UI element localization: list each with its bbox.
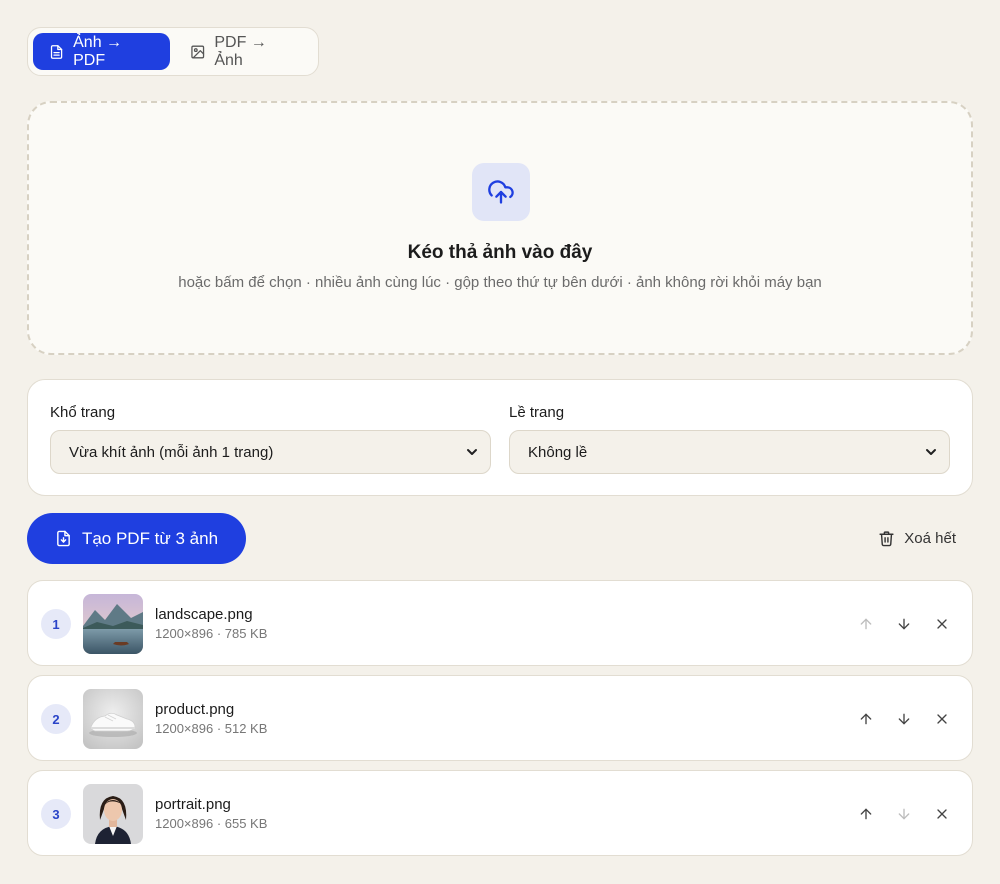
cloud-upload-icon: [488, 180, 514, 204]
margin-label: Lề trang: [509, 404, 565, 421]
move-down-button[interactable]: [891, 801, 917, 827]
move-up-button[interactable]: [853, 611, 879, 637]
arrow-up-icon: [860, 808, 872, 820]
create-pdf-button[interactable]: Tạo PDF từ 3 ảnh: [27, 513, 246, 564]
image-icon: [191, 45, 205, 58]
dropzone-subtitle: hoặc bấm để chọn · nhiều ảnh cùng lúc · …: [178, 274, 822, 291]
margin-select[interactable]: Không lề: [509, 430, 950, 474]
tab-image-to-pdf[interactable]: Ảnh → PDF: [33, 33, 170, 70]
page-size-label: Khổ trang: [50, 404, 116, 421]
thumbnail-product: [83, 689, 143, 749]
thumbnail-portrait: [83, 784, 143, 844]
close-icon: [937, 809, 947, 819]
arrow-up-icon: [860, 618, 872, 630]
margin-value: Không lề: [528, 443, 588, 461]
file-meta: 1200×896 · 655 KB: [155, 816, 268, 831]
create-pdf-label: Tạo PDF từ 3 ảnh: [81, 528, 219, 548]
file-meta: 1200×896 · 512 KB: [155, 721, 268, 736]
arrow-down-icon: [898, 713, 910, 725]
remove-file-button[interactable]: [929, 801, 955, 827]
file-row: 1 landscape.png 1200×896 · 785 KB: [27, 580, 973, 666]
page-size-value: Vừa khít ảnh (mỗi ảnh 1 trang): [69, 443, 274, 461]
move-down-button[interactable]: [891, 706, 917, 732]
close-icon: [937, 619, 947, 629]
clear-all-label: Xoá hết: [904, 529, 956, 547]
remove-file-button[interactable]: [929, 706, 955, 732]
file-icon: [50, 44, 63, 59]
file-name: landscape.png: [155, 606, 253, 623]
dropzone[interactable]: Kéo thả ảnh vào đây hoặc bấm để chọn · n…: [27, 101, 973, 355]
chevron-down-icon: [467, 449, 477, 455]
page: Ảnh → PDF PDF → Ảnh Kéo thả ảnh vào đây …: [0, 0, 1000, 884]
file-index-badge: 2: [41, 704, 71, 734]
tab-pdf-to-image[interactable]: PDF → Ảnh: [174, 33, 313, 70]
thumbnail-landscape: [83, 594, 143, 654]
chevron-down-icon: [926, 449, 936, 455]
page-size-select[interactable]: Vừa khít ảnh (mỗi ảnh 1 trang): [50, 430, 491, 474]
file-name: product.png: [155, 701, 235, 718]
options-card: Khổ trang Vừa khít ảnh (mỗi ảnh 1 trang)…: [27, 379, 973, 496]
file-row: 2 product.png 1200×896 · 512 KB: [27, 675, 973, 761]
move-up-button[interactable]: [853, 801, 879, 827]
remove-file-button[interactable]: [929, 611, 955, 637]
tab-label: PDF → Ảnh: [214, 33, 267, 69]
arrow-down-icon: [898, 618, 910, 630]
move-down-button[interactable]: [891, 611, 917, 637]
clear-all-button[interactable]: Xoá hết: [878, 525, 956, 551]
upload-icon-box: [472, 163, 530, 221]
file-download-icon: [57, 530, 70, 547]
arrow-up-icon: [860, 713, 872, 725]
arrow-down-icon: [898, 808, 910, 820]
file-index-badge: 1: [41, 609, 71, 639]
trash-icon: [879, 530, 894, 546]
file-row: 3 portrait.png 1200×896 · 655 KB: [27, 770, 973, 856]
tab-label: Ảnh → PDF: [73, 33, 123, 69]
move-up-button[interactable]: [853, 706, 879, 732]
dropzone-title: Kéo thả ảnh vào đây: [407, 242, 593, 263]
file-name: portrait.png: [155, 796, 231, 813]
file-index-badge: 3: [41, 799, 71, 829]
file-meta: 1200×896 · 785 KB: [155, 626, 268, 641]
close-icon: [937, 714, 947, 724]
mode-tabs: Ảnh → PDF PDF → Ảnh: [27, 27, 319, 76]
